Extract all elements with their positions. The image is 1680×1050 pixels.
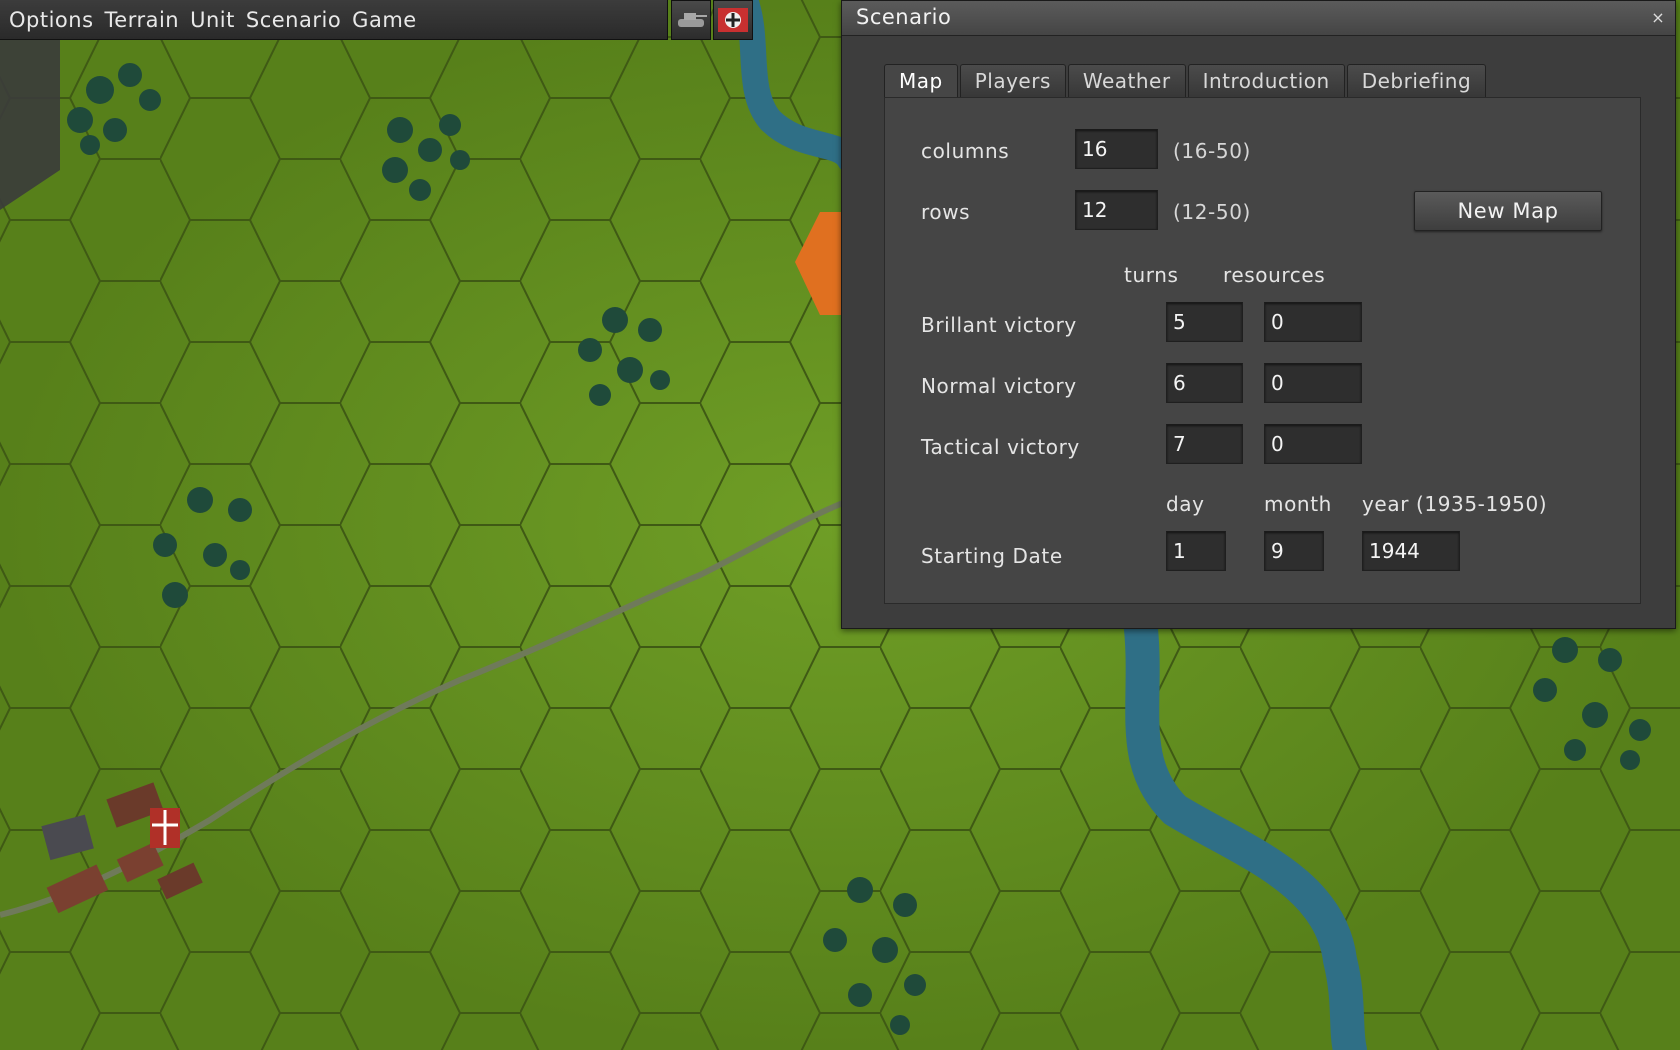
victory-resources-input[interactable]: 0 (1264, 302, 1362, 342)
month-input[interactable]: 9 (1264, 531, 1324, 571)
rows-range: (12-50) (1173, 200, 1251, 224)
unit-tool-button[interactable] (671, 0, 711, 40)
turns-header: turns (1124, 263, 1179, 287)
tab-players[interactable]: Players (959, 64, 1066, 98)
tab-map[interactable]: Map (884, 64, 958, 98)
dialog-titlebar[interactable]: Scenario × (842, 1, 1675, 36)
menu-options[interactable]: Options (6, 8, 102, 32)
rows-label: rows (921, 200, 971, 224)
victory-resources-input[interactable]: 0 (1264, 363, 1362, 403)
month-header: month (1264, 492, 1332, 516)
victory-resources-input[interactable]: 0 (1264, 424, 1362, 464)
menu-terrain[interactable]: Terrain (102, 8, 188, 32)
tab-bar: Map Players Weather Introduction Debrief… (884, 64, 1488, 98)
victory-turns-input[interactable]: 7 (1166, 424, 1243, 464)
close-icon[interactable]: × (1647, 7, 1669, 29)
columns-input[interactable]: 16 (1075, 129, 1158, 169)
scenario-dialog: Scenario × Map Players Weather Introduct… (841, 0, 1676, 629)
tank-icon (678, 13, 707, 27)
year-input[interactable]: 1944 (1362, 531, 1460, 571)
menu-scenario[interactable]: Scenario (243, 8, 349, 32)
starting-date-label: Starting Date (921, 544, 1063, 568)
rows-input[interactable]: 12 (1075, 190, 1158, 230)
columns-label: columns (921, 139, 1010, 163)
day-input[interactable]: 1 (1166, 531, 1226, 571)
new-map-button[interactable]: New Map (1414, 191, 1602, 231)
tab-debriefing[interactable]: Debriefing (1346, 64, 1487, 98)
faction-flag-button[interactable] (713, 0, 753, 40)
victory-turns-input[interactable]: 6 (1166, 363, 1243, 403)
columns-range: (16-50) (1173, 139, 1251, 163)
victory-label: Brillant victory (921, 313, 1077, 337)
menu-bar: Options Terrain Unit Scenario Game (0, 0, 668, 40)
menu-unit[interactable]: Unit (187, 8, 243, 32)
menu-game[interactable]: Game (349, 8, 425, 32)
tab-introduction[interactable]: Introduction (1187, 64, 1345, 98)
victory-label: Normal victory (921, 374, 1077, 398)
map-tab-panel: columns 16 (16-50) rows 12 (12-50) New M… (884, 97, 1641, 604)
resources-header: resources (1223, 263, 1326, 287)
victory-turns-input[interactable]: 5 (1166, 302, 1243, 342)
tab-weather[interactable]: Weather (1067, 64, 1186, 98)
day-header: day (1166, 492, 1205, 516)
faction-flag-icon (718, 8, 748, 32)
year-header: year (1935-1950) (1362, 492, 1548, 516)
dialog-title: Scenario (856, 5, 952, 29)
victory-label: Tactical victory (921, 435, 1080, 459)
